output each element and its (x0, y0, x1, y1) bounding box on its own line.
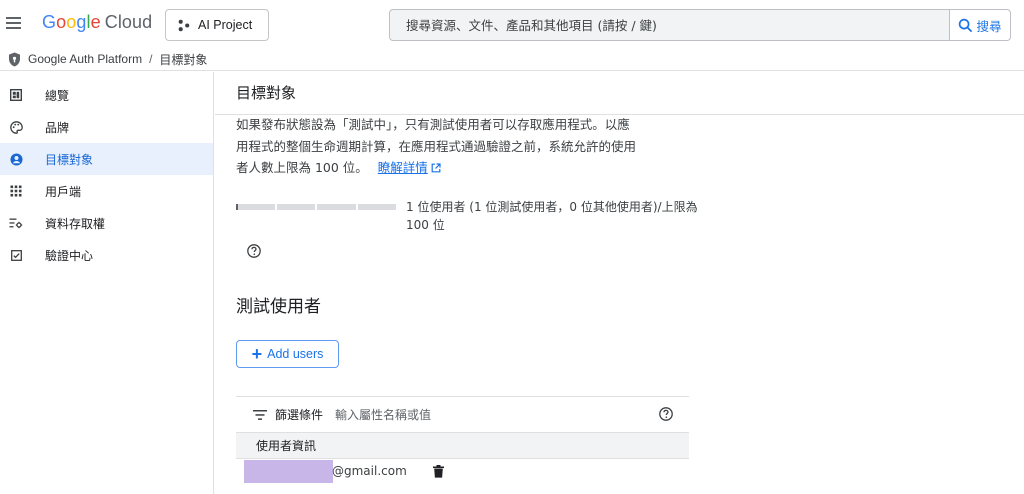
search-icon (959, 18, 973, 32)
dashboard-icon (9, 88, 23, 102)
learn-more-label: 瞭解詳情 (377, 160, 428, 175)
logo-letter: o (66, 12, 77, 32)
google-cloud-logo[interactable]: Google Cloud (42, 12, 152, 33)
table-row: @gmail.com (236, 458, 689, 486)
person-icon (9, 152, 23, 166)
search-button-label: 搜尋 (976, 18, 1002, 34)
redacted-text (244, 460, 333, 483)
description-line: 用程式的整個生命週期計算，在應用程式通過驗證之前，系統允許的使用 (236, 138, 637, 154)
sidebar-item-verification-center[interactable]: 驗證中心 (0, 239, 213, 271)
learn-more-link[interactable]: 瞭解詳情 (378, 160, 441, 175)
main-menu-icon[interactable] (4, 14, 24, 34)
description-line: 如果發布狀態設為「測試中」，只有測試使用者可以存取應用程式。以應 (236, 117, 630, 132)
sidebar-item-label: 品牌 (45, 120, 70, 135)
search-input[interactable] (406, 17, 949, 33)
apps-icon (9, 184, 23, 198)
sidebar: 總覽 品牌 目標對象 用戶端 資料存取權 驗證中心 (0, 72, 214, 494)
user-cap-text: 1 位使用者 (1 位測試使用者，0 位其他使用者)/上限為 100 位 (406, 200, 698, 232)
user-email: @gmail.com (332, 464, 407, 478)
sidebar-item-label: 驗證中心 (45, 248, 94, 263)
filter-input[interactable] (335, 407, 596, 422)
sidebar-item-clients[interactable]: 用戶端 (0, 175, 213, 207)
test-users-table: 篩選條件 使用者資訊 @gmail.com (236, 396, 689, 486)
main-content: 目標對象 如果發布狀態設為「測試中」，只有測試使用者可以存取應用程式。以應 用程… (215, 72, 1024, 494)
user-cap-progress-bar (236, 204, 396, 210)
external-link-icon (431, 163, 441, 173)
table-filter-bar: 篩選條件 (236, 396, 689, 432)
logo-letter: g (76, 12, 87, 32)
test-users-heading: 測試使用者 (236, 297, 321, 317)
add-users-button[interactable]: + Add users (236, 340, 339, 368)
column-header-user-info[interactable]: 使用者資訊 (256, 437, 316, 454)
audience-description: 如果發布狀態設為「測試中」，只有測試使用者可以存取應用程式。以應 用程式的整個生… (236, 114, 696, 179)
breadcrumb-separator: / (149, 52, 153, 66)
search-box[interactable] (389, 9, 949, 41)
filter-label[interactable]: 篩選條件 (275, 406, 323, 423)
checkbox-icon (9, 248, 23, 262)
logo-cloud-text: Cloud (104, 12, 153, 32)
sidebar-item-branding[interactable]: 品牌 (0, 111, 213, 143)
palette-icon (9, 120, 23, 134)
add-users-label: Add users (267, 347, 324, 361)
sidebar-item-overview[interactable]: 總覽 (0, 79, 213, 111)
sidebar-item-label: 總覽 (45, 88, 70, 103)
progress-segment (276, 204, 315, 210)
breadcrumb-current: 目標對象 (159, 52, 208, 67)
progress-segment (236, 204, 275, 210)
data-access-icon (9, 216, 23, 230)
progress-segment (357, 204, 396, 210)
search-button[interactable]: 搜尋 (949, 9, 1011, 41)
help-icon[interactable] (659, 407, 673, 421)
sidebar-item-label: 資料存取權 (45, 216, 106, 231)
help-icon[interactable] (247, 244, 261, 258)
filter-icon[interactable] (253, 409, 267, 420)
logo-letter: e (90, 12, 101, 32)
plus-icon: + (251, 344, 263, 364)
project-name: AI Project (198, 18, 253, 32)
breadcrumb-root-link[interactable]: Google Auth Platform (28, 52, 142, 66)
delete-icon[interactable] (433, 465, 444, 478)
table-header: 使用者資訊 (236, 432, 689, 458)
description-text: 者人數上限為 100 位。 (236, 160, 368, 175)
project-picker-button[interactable]: AI Project (165, 9, 269, 41)
breadcrumb: Google Auth Platform / 目標對象 (0, 48, 1024, 71)
sidebar-item-data-access[interactable]: 資料存取權 (0, 207, 213, 239)
page-title: 目標對象 (236, 84, 297, 102)
logo-letter: G (42, 12, 57, 32)
project-nodes-icon (178, 19, 190, 31)
sidebar-item-audience[interactable]: 目標對象 (0, 143, 213, 175)
progress-segment (317, 204, 356, 210)
sidebar-item-label: 目標對象 (45, 152, 94, 167)
top-bar: Google Cloud AI Project 搜尋 (0, 0, 1024, 48)
description-line: 者人數上限為 100 位。 瞭解詳情 (236, 157, 696, 179)
sidebar-item-label: 用戶端 (45, 184, 82, 199)
logo-letter: o (56, 12, 67, 32)
shield-lock-icon (9, 52, 20, 66)
